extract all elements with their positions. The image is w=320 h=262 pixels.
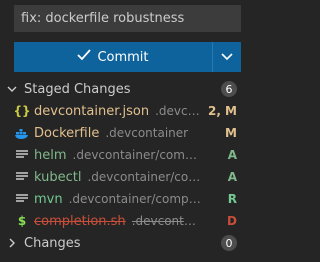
file-path: .devcontainer [155,104,201,118]
file-status: A [227,170,237,184]
file-status: M [225,126,237,140]
file-path: .devcontainer/completions [87,170,201,184]
commit-button-group: Commit [14,42,241,72]
file-icon [14,150,30,160]
staged-file-completion-sh[interactable]: $ completion.sh .devcontainer/li... D [0,210,247,232]
commit-dropdown-button[interactable] [213,42,241,72]
staged-changes-header[interactable]: Staged Changes 6 [0,78,247,100]
chevron-down-icon [221,50,233,65]
staged-file-dockerfile[interactable]: Dockerfile .devcontainer M [0,122,247,144]
file-path: .devcontainer [105,126,189,140]
docker-icon [14,128,30,139]
file-path: .devcontainer/li... [131,214,201,228]
file-status: A [227,148,237,162]
changes-header[interactable]: Changes 0 [0,232,247,254]
file-name: completion.sh [34,213,126,229]
commit-button-label: Commit [97,49,149,65]
chevron-down-icon [6,86,18,93]
file-name: Dockerfile [34,125,100,141]
file-status: 2, M [207,104,237,118]
staged-file-devcontainer-json[interactable]: {} devcontainer.json .devcontainer 2, M [0,100,247,122]
commit-button[interactable]: Commit [14,42,213,72]
changes-title: Changes [24,235,81,251]
staged-file-mvn[interactable]: mvn .devcontainer/completions R [0,188,247,210]
file-name: helm [34,147,67,163]
file-name: mvn [34,191,63,207]
chevron-right-icon [6,238,18,248]
staged-changes-title: Staged Changes [24,81,131,97]
check-icon [77,49,92,65]
shell-icon: $ [17,214,27,228]
file-path: .devcontainer/completions [72,148,201,162]
file-icon [14,194,30,204]
file-name: kubectl [34,169,82,185]
json-icon: {} [13,104,31,118]
changes-count-badge: 0 [221,235,237,251]
file-status: R [227,192,237,206]
commit-message-text: fix: dockerfile robustness [21,11,185,26]
file-icon [14,172,30,182]
file-path: .devcontainer/completions [68,192,201,206]
staged-file-kubectl[interactable]: kubectl .devcontainer/completions A [0,166,247,188]
file-status: D [227,214,237,228]
staged-count-badge: 6 [221,81,237,97]
commit-message-input[interactable]: fix: dockerfile robustness [14,5,241,32]
staged-file-helm[interactable]: helm .devcontainer/completions A [0,144,247,166]
file-name: devcontainer.json [34,103,150,119]
